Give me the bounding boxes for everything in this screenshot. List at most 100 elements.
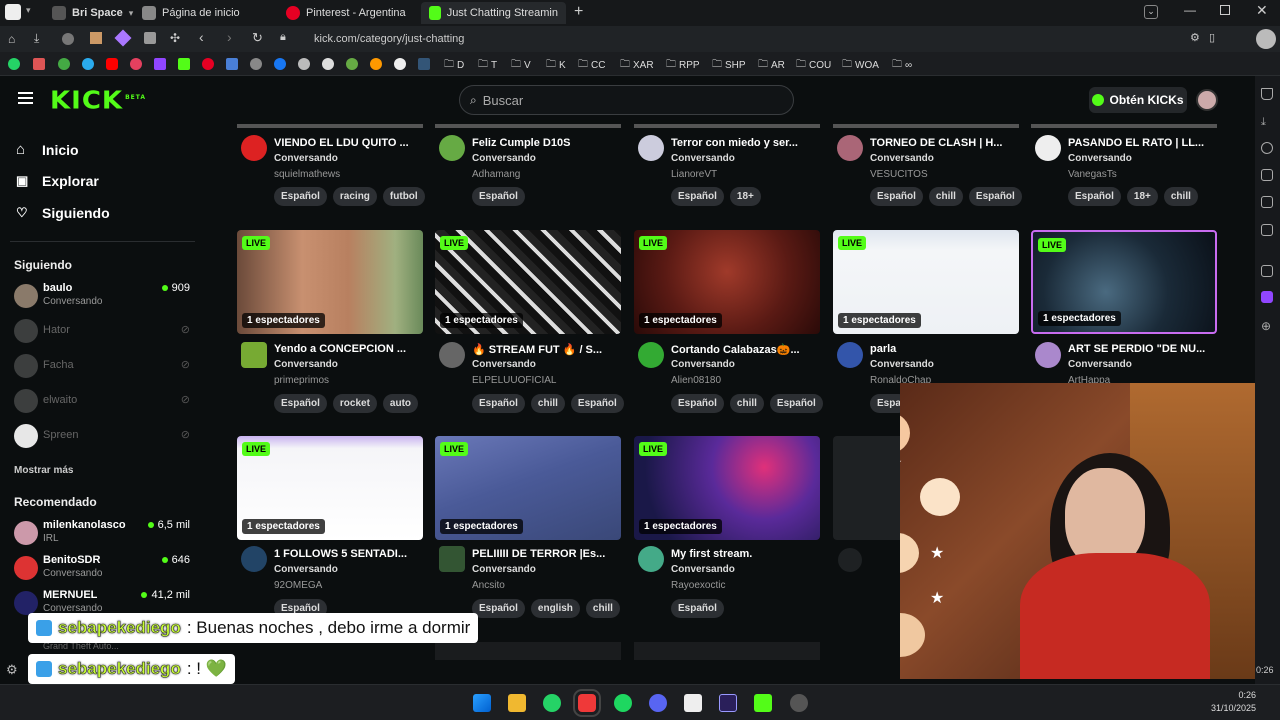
back-icon[interactable]: ‹: [199, 29, 204, 45]
get-kicks-button[interactable]: Obtén KICKs: [1089, 87, 1187, 113]
new-tab-icon[interactable]: +: [574, 3, 583, 21]
stream-thumbnail[interactable]: LIVE 1 espectadores: [833, 230, 1019, 334]
minimize-icon[interactable]: —: [1184, 3, 1196, 17]
stream-thumbnail[interactable]: LIVE 1 espectadores: [634, 436, 820, 540]
extension-icon[interactable]: [370, 58, 382, 70]
bookmark-icon[interactable]: ▯: [1209, 31, 1215, 44]
drive-icon[interactable]: [58, 58, 70, 70]
kick-logo[interactable]: KICK BETA: [50, 87, 146, 116]
close-icon[interactable]: ✕: [1256, 2, 1268, 19]
gmail-icon[interactable]: [33, 58, 45, 70]
facebook-icon[interactable]: [274, 58, 286, 70]
following-item-elwaito[interactable]: elwaito ⊘: [14, 387, 194, 417]
discord-icon[interactable]: [649, 694, 667, 712]
stream-thumbnail[interactable]: LIVE 1 espectadores: [1031, 230, 1217, 334]
lock-icon[interactable]: 🔒︎: [280, 31, 286, 44]
extension-icon[interactable]: [62, 33, 74, 45]
stream-card[interactable]: LIVE 1 espectadores Yendo a CONCEPCION .…: [237, 230, 423, 415]
file-explorer-icon[interactable]: [508, 694, 526, 712]
menu-icon[interactable]: [18, 92, 33, 104]
bookmark-folder[interactable]: 🗀︎ T: [478, 57, 497, 74]
bookmark-folder[interactable]: 🗀︎ RPP: [666, 57, 700, 74]
bookmark-folder[interactable]: 🗀︎ AR: [758, 57, 785, 74]
twitch-icon[interactable]: [154, 58, 166, 70]
vivaldi-menu-icon[interactable]: [5, 4, 21, 20]
extension-icon[interactable]: [394, 58, 406, 70]
tab-kick[interactable]: Just Chatting Streaming - L: [421, 2, 566, 24]
recommended-item[interactable]: milenkanolasco IRL 6,5 mil: [14, 519, 194, 549]
whatsapp-icon[interactable]: [543, 694, 561, 712]
mail-icon[interactable]: [1261, 224, 1273, 236]
puzzle-icon[interactable]: ✣: [170, 31, 180, 45]
history-icon[interactable]: [1261, 142, 1273, 154]
start-icon[interactable]: [473, 694, 491, 712]
following-item-hator[interactable]: Hator ⊘: [14, 317, 194, 347]
tab-list-icon[interactable]: ⌄: [1144, 5, 1158, 19]
sidebar-item-siguiendo[interactable]: ♡ Siguiendo: [16, 205, 110, 221]
extension-icon[interactable]: [346, 58, 358, 70]
stream-thumbnail[interactable]: LIVE 1 espectadores: [237, 230, 423, 334]
user-avatar[interactable]: [1196, 89, 1218, 111]
stream-card[interactable]: PASANDO EL RATO | LL... Conversando Vane…: [1031, 124, 1217, 206]
notes-icon[interactable]: [1261, 169, 1273, 181]
forward-icon[interactable]: ›: [227, 29, 232, 45]
bookmark-folder[interactable]: 🗀︎ D: [444, 57, 464, 74]
home-icon[interactable]: ⌂: [8, 32, 15, 46]
bookmark-icon[interactable]: [1261, 88, 1273, 100]
instagram-icon[interactable]: [130, 58, 142, 70]
stream-card[interactable]: TORNEO DE CLASH | H... Conversando VESUC…: [833, 124, 1022, 206]
panel-icon[interactable]: [1261, 265, 1273, 277]
sidebar-item-inicio[interactable]: ⌂ Inicio: [16, 141, 79, 158]
youtube-icon[interactable]: [106, 58, 118, 70]
bookmark-folder[interactable]: 🗀︎ CC: [578, 57, 605, 74]
stream-card[interactable]: VIENDO EL LDU QUITO ... Conversando squi…: [237, 124, 425, 206]
following-item-baulo[interactable]: baulo Conversando 909: [14, 282, 194, 312]
tab-home[interactable]: Página de inicio: [134, 2, 274, 24]
chevron-down-icon[interactable]: ▾: [26, 5, 31, 16]
recommended-item[interactable]: BenitoSDR Conversando 646: [14, 554, 194, 584]
notion-icon[interactable]: [684, 694, 702, 712]
extension-icon[interactable]: [114, 29, 132, 47]
stream-card[interactable]: LIVE 1 espectadores PELIIIII DE TERROR |…: [435, 436, 621, 621]
stream-thumbnail[interactable]: LIVE 1 espectadores: [237, 436, 423, 540]
bookmark-folder[interactable]: 🗀︎ V: [511, 57, 531, 74]
bookmark-folder[interactable]: 🗀︎ ∞: [892, 57, 912, 74]
translate-icon[interactable]: [226, 58, 238, 70]
search-input[interactable]: ⌕ Buscar: [459, 85, 794, 115]
translate-icon[interactable]: ⚙: [1190, 31, 1200, 44]
vivaldi-icon[interactable]: [573, 689, 601, 717]
bookmark-folder[interactable]: 🗀︎ WOA: [842, 57, 879, 74]
extension-icon[interactable]: [90, 32, 102, 44]
stream-card[interactable]: LIVE 1 espectadores My first stream. Con…: [634, 436, 820, 621]
whatsapp-icon[interactable]: [8, 58, 20, 70]
download-icon[interactable]: ⤓: [1261, 116, 1273, 128]
window-icon[interactable]: [1261, 196, 1273, 208]
settings-gear-icon[interactable]: ⚙: [6, 662, 18, 678]
linkedin-icon[interactable]: [418, 58, 430, 70]
stream-thumbnail[interactable]: LIVE 1 espectadores: [435, 230, 621, 334]
telegram-icon[interactable]: [82, 58, 94, 70]
chatgpt-icon[interactable]: [250, 58, 262, 70]
kick-icon[interactable]: [754, 694, 772, 712]
add-panel-icon[interactable]: ⊕: [1261, 319, 1273, 333]
stream-thumbnail[interactable]: LIVE 1 espectadores: [634, 230, 820, 334]
extension-icon[interactable]: [144, 32, 156, 44]
following-item-facha[interactable]: Facha ⊘: [14, 352, 194, 382]
twitch-icon[interactable]: [1261, 291, 1273, 303]
infinity-icon[interactable]: [322, 58, 334, 70]
bookmark-folder[interactable]: 🗀︎ XAR: [620, 57, 654, 74]
stream-card[interactable]: Feliz Cumple D10S Conversando Adhamang E…: [435, 124, 621, 206]
url-field[interactable]: kick.com/category/just-chatting: [300, 30, 1160, 48]
show-more-link[interactable]: Mostrar más: [14, 465, 73, 476]
stream-card[interactable]: Terror con miedo y ser... Conversando Li…: [634, 124, 820, 206]
stream-card[interactable]: LIVE 1 espectadores Cortando Calabazas🎃.…: [634, 230, 823, 415]
kick-icon[interactable]: [178, 58, 190, 70]
following-item-spreen[interactable]: Spreen ⊘: [14, 422, 194, 452]
pinterest-icon[interactable]: [202, 58, 214, 70]
extension-icon[interactable]: [298, 58, 310, 70]
tab-profile[interactable]: Bri Space ▾: [44, 2, 141, 24]
sidebar-item-explorar[interactable]: ▣ Explorar: [16, 173, 99, 189]
tab-pinterest[interactable]: Pinterest - Argentina: [278, 2, 418, 24]
stream-thumbnail[interactable]: LIVE 1 espectadores: [435, 436, 621, 540]
stream-card[interactable]: LIVE 1 espectadores 1 FOLLOWS 5 SENTADI.…: [237, 436, 423, 621]
